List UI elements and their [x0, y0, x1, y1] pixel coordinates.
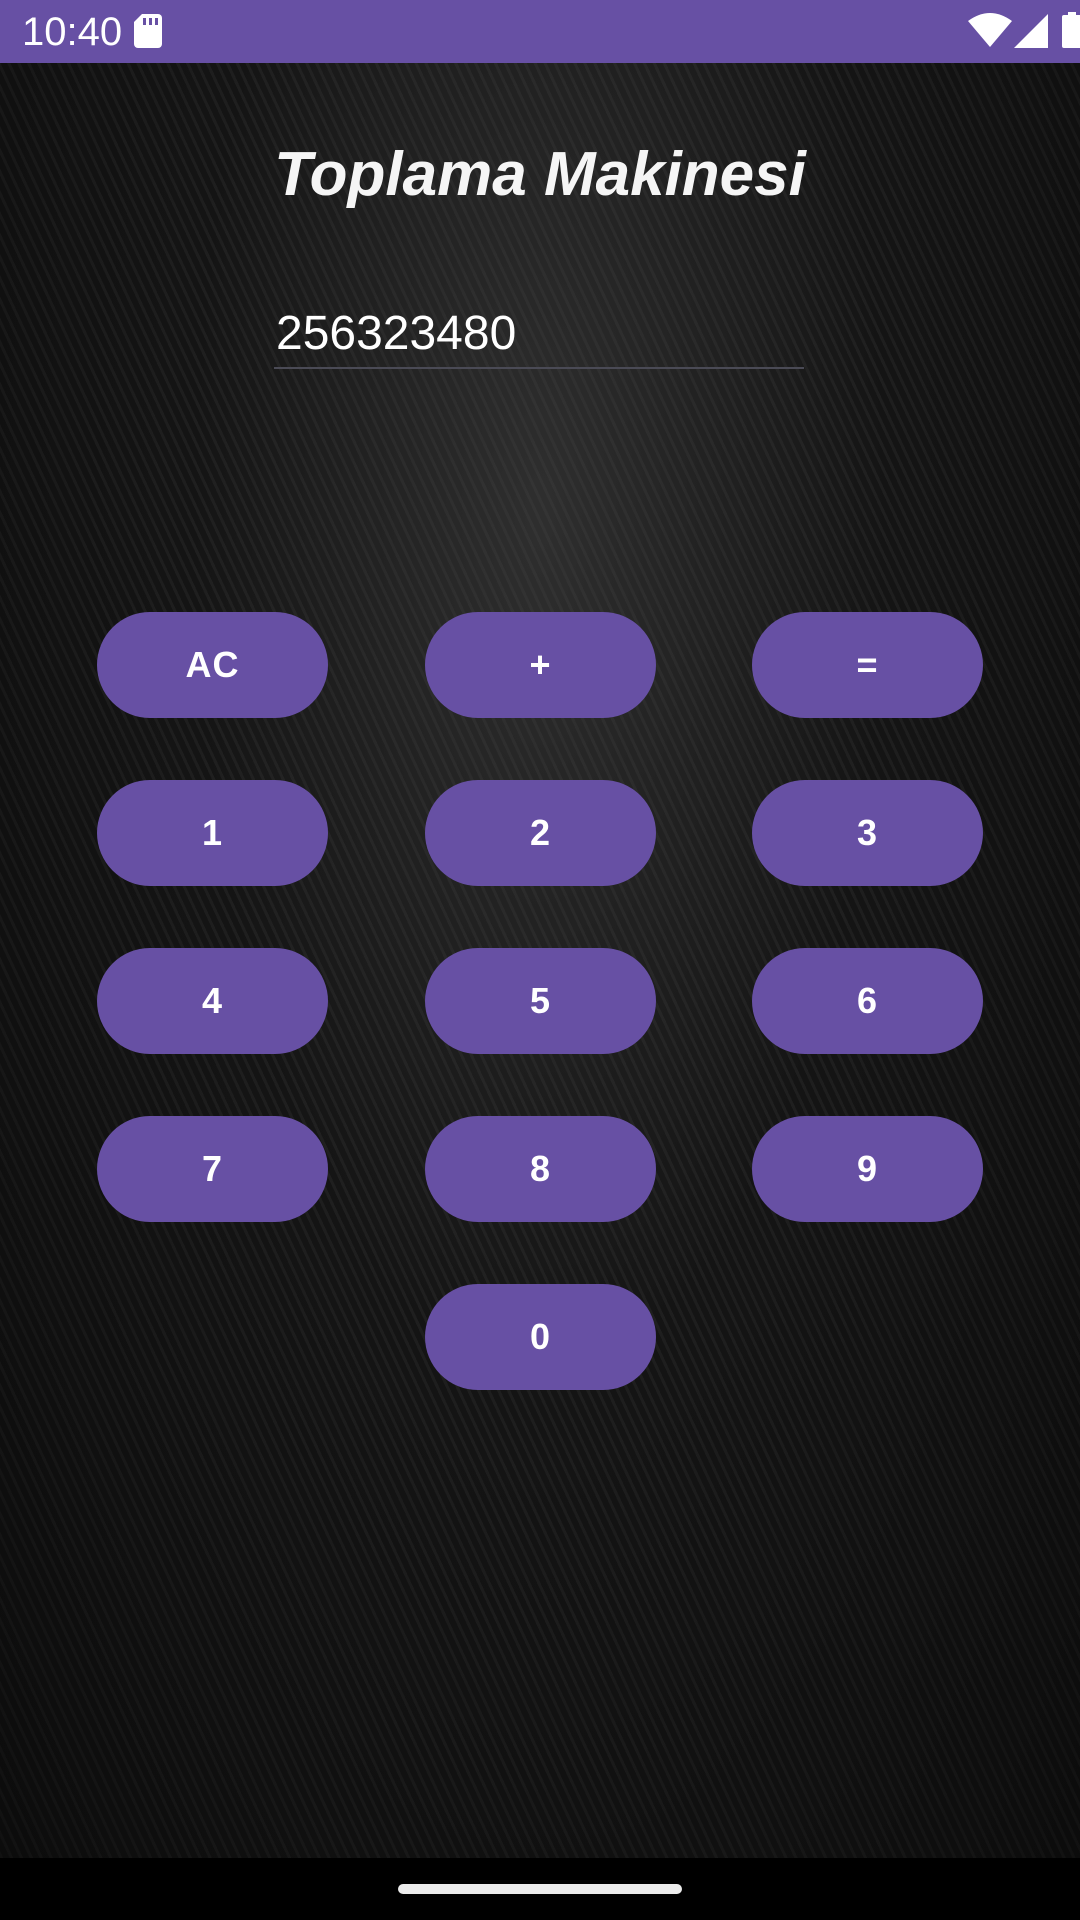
navigation-bar: [0, 1858, 1080, 1920]
wifi-icon: [968, 13, 1012, 47]
digit-3-button[interactable]: 3: [752, 780, 983, 886]
app-title: Toplama Makinesi: [274, 140, 806, 209]
digit-1-button[interactable]: 1: [97, 780, 328, 886]
digit-9-button[interactable]: 9: [752, 1116, 983, 1222]
equals-button[interactable]: =: [752, 612, 983, 718]
result-display-field[interactable]: 256323480: [274, 299, 804, 369]
status-time: 10:40: [22, 10, 123, 54]
digit-6-button[interactable]: 6: [752, 948, 983, 1054]
digit-7-button[interactable]: 7: [97, 1116, 328, 1222]
home-gesture-handle[interactable]: [398, 1884, 682, 1894]
clear-button[interactable]: AC: [97, 612, 328, 718]
digit-2-button[interactable]: 2: [425, 780, 656, 886]
app-screen: 10:40 Toplama Makinesi 256323480 AC + =: [0, 0, 1080, 1920]
battery-icon: [1062, 12, 1080, 48]
plus-button[interactable]: +: [425, 612, 656, 718]
digit-4-button[interactable]: 4: [97, 948, 328, 1054]
status-bar: 10:40: [0, 0, 1080, 63]
sd-card-icon: [134, 14, 162, 48]
status-icons: [880, 0, 1080, 63]
digit-8-button[interactable]: 8: [425, 1116, 656, 1222]
cell-signal-icon: [1014, 14, 1048, 48]
digit-5-button[interactable]: 5: [425, 948, 656, 1054]
calculator-body: Toplama Makinesi 256323480 AC + = 1 2 3 …: [0, 63, 1080, 1858]
digit-0-button[interactable]: 0: [425, 1284, 656, 1390]
